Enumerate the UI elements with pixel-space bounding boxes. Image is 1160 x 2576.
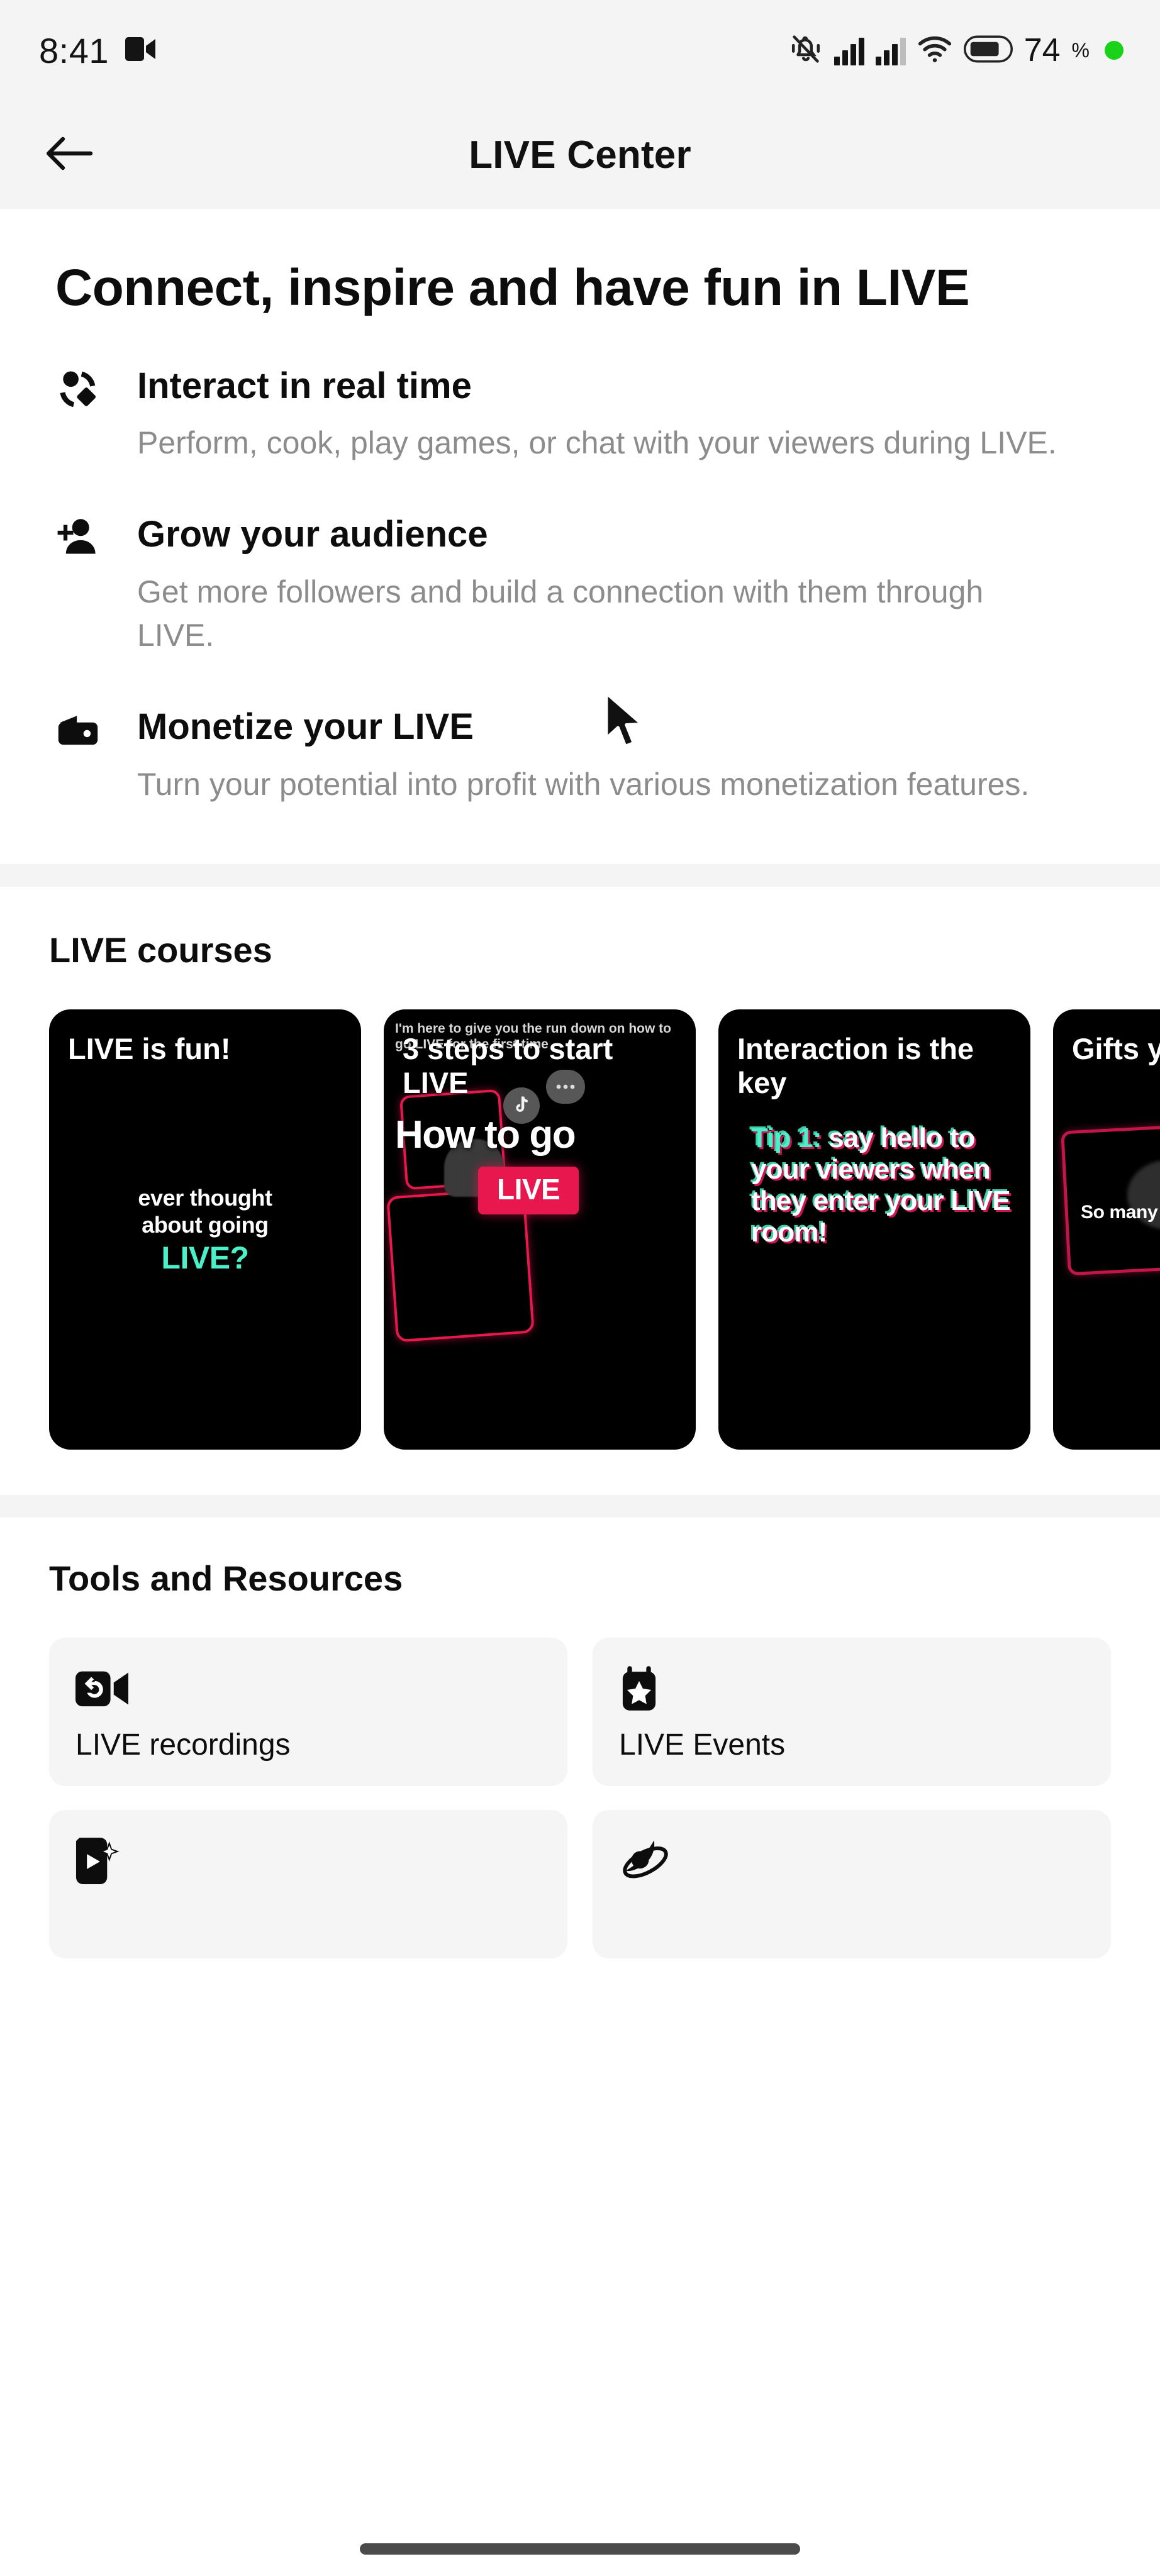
interact-realtime-icon (55, 364, 113, 412)
status-bar-right: 74 % (789, 31, 1124, 69)
course-card-title: LIVE is fun! (68, 1031, 231, 1065)
bell-muted-icon (789, 32, 823, 69)
feature-title: Interact in real time (137, 365, 472, 406)
home-indicator (360, 2543, 800, 2555)
tool-card-label: LIVE Events (619, 1728, 786, 1762)
live-courses-section: LIVE courses LIVE is fun! ever thought a… (0, 886, 1160, 1495)
hero-heading: Connect, inspire and have fun in LIVE (55, 259, 970, 316)
tool-card-live-effects[interactable] (49, 1809, 567, 1958)
page-title: LIVE Center (469, 133, 691, 177)
wifi-icon (917, 34, 952, 67)
battery-percent-symbol: % (1071, 38, 1090, 62)
person-add-icon (55, 513, 113, 560)
hero-section: Connect, inspire and have fun in LIVE (0, 209, 1160, 319)
tools-resources-section: Tools and Resources LIVE recordings LIVE… (0, 1517, 1160, 1958)
course-card-interaction-key[interactable]: Interaction is the key Tip 1: say hello … (718, 1009, 1030, 1450)
tool-card-live-planet[interactable] (593, 1809, 1111, 1958)
battery-icon (963, 35, 1013, 66)
status-time: 8:41 (39, 30, 109, 70)
live-events-icon (619, 1662, 1085, 1716)
artwork-live-chip: LIVE (478, 1166, 579, 1214)
nav-bar: LIVE Center (0, 101, 1160, 209)
tools-section-title: Tools and Resources (49, 1558, 403, 1598)
feature-item-audience: Grow your audience Get more followers an… (55, 513, 1105, 657)
section-divider (0, 863, 1160, 887)
feature-item-interact: Interact in real time Perform, cook, pla… (55, 364, 1105, 465)
tools-grid: LIVE recordings LIVE Events (49, 1637, 1111, 1958)
video-camera-icon (125, 36, 155, 64)
course-card-artwork: Tip 1: say hello to your viewers when th… (751, 1123, 1019, 1249)
feature-body: Interact in real time Perform, cook, pla… (113, 364, 1105, 465)
live-recordings-icon (75, 1662, 541, 1716)
arrow-left-icon (45, 134, 93, 176)
feature-body: Grow your audience Get more followers an… (113, 513, 1105, 657)
status-bar: 8:41 74 % (0, 0, 1160, 101)
tool-card-label: LIVE recordings (75, 1728, 291, 1762)
artwork-big-text: How to go (395, 1113, 576, 1157)
feature-description: Get more followers and build a connectio… (137, 574, 984, 653)
cellular-signal-secondary-icon (875, 35, 906, 65)
course-card-3-steps[interactable]: I'm here to give you the run down on how… (384, 1009, 696, 1450)
courses-section-title: LIVE courses (49, 930, 272, 970)
section-divider (0, 1494, 1160, 1518)
course-card-artwork: ever thought about going LIVE? (49, 1184, 361, 1277)
feature-item-monetize: Monetize your LIVE Turn your potential i… (55, 705, 1105, 806)
artwork-line-2: about going (142, 1212, 269, 1238)
artwork-line-3: LIVE? (161, 1240, 249, 1276)
feature-body: Monetize your LIVE Turn your potential i… (113, 705, 1105, 806)
course-card-title: Interaction is the key (737, 1031, 974, 1100)
green-recording-dot (1105, 41, 1124, 60)
course-card-live-is-fun[interactable]: LIVE is fun! ever thought about going LI… (49, 1009, 361, 1450)
course-card-gifts[interactable]: Gifts your So many (1053, 1009, 1160, 1450)
phone-screen: 8:41 74 % LIVE Center Connect, inspire a… (0, 0, 1160, 2576)
course-card-title: Gifts your (1072, 1031, 1160, 1065)
feature-title: Monetize your LIVE (137, 706, 474, 747)
feature-title: Grow your audience (137, 514, 488, 555)
tool-card-live-events[interactable]: LIVE Events (593, 1637, 1111, 1786)
cellular-signal-icon (834, 35, 864, 65)
tool-card-live-recordings[interactable]: LIVE recordings (49, 1637, 567, 1786)
course-card-title: 3 steps to start LIVE (403, 1031, 613, 1100)
live-effects-icon (75, 1834, 541, 1888)
artwork-text: So many (1081, 1201, 1158, 1223)
feature-description: Perform, cook, play games, or chat with … (137, 425, 1057, 461)
live-planet-icon (619, 1834, 1085, 1888)
battery-level: 74 (1023, 32, 1061, 69)
status-bar-left: 8:41 (39, 30, 155, 71)
feature-description: Turn your potential into profit with var… (137, 766, 1030, 802)
wallet-icon (55, 705, 113, 753)
artwork-line-1: ever thought (138, 1184, 272, 1211)
back-button[interactable] (44, 130, 94, 180)
artwork-tip-label: Tip 1: (751, 1122, 822, 1153)
features-list: Interact in real time Perform, cook, pla… (0, 318, 1160, 864)
courses-carousel[interactable]: LIVE is fun! ever thought about going LI… (0, 1009, 1160, 1450)
